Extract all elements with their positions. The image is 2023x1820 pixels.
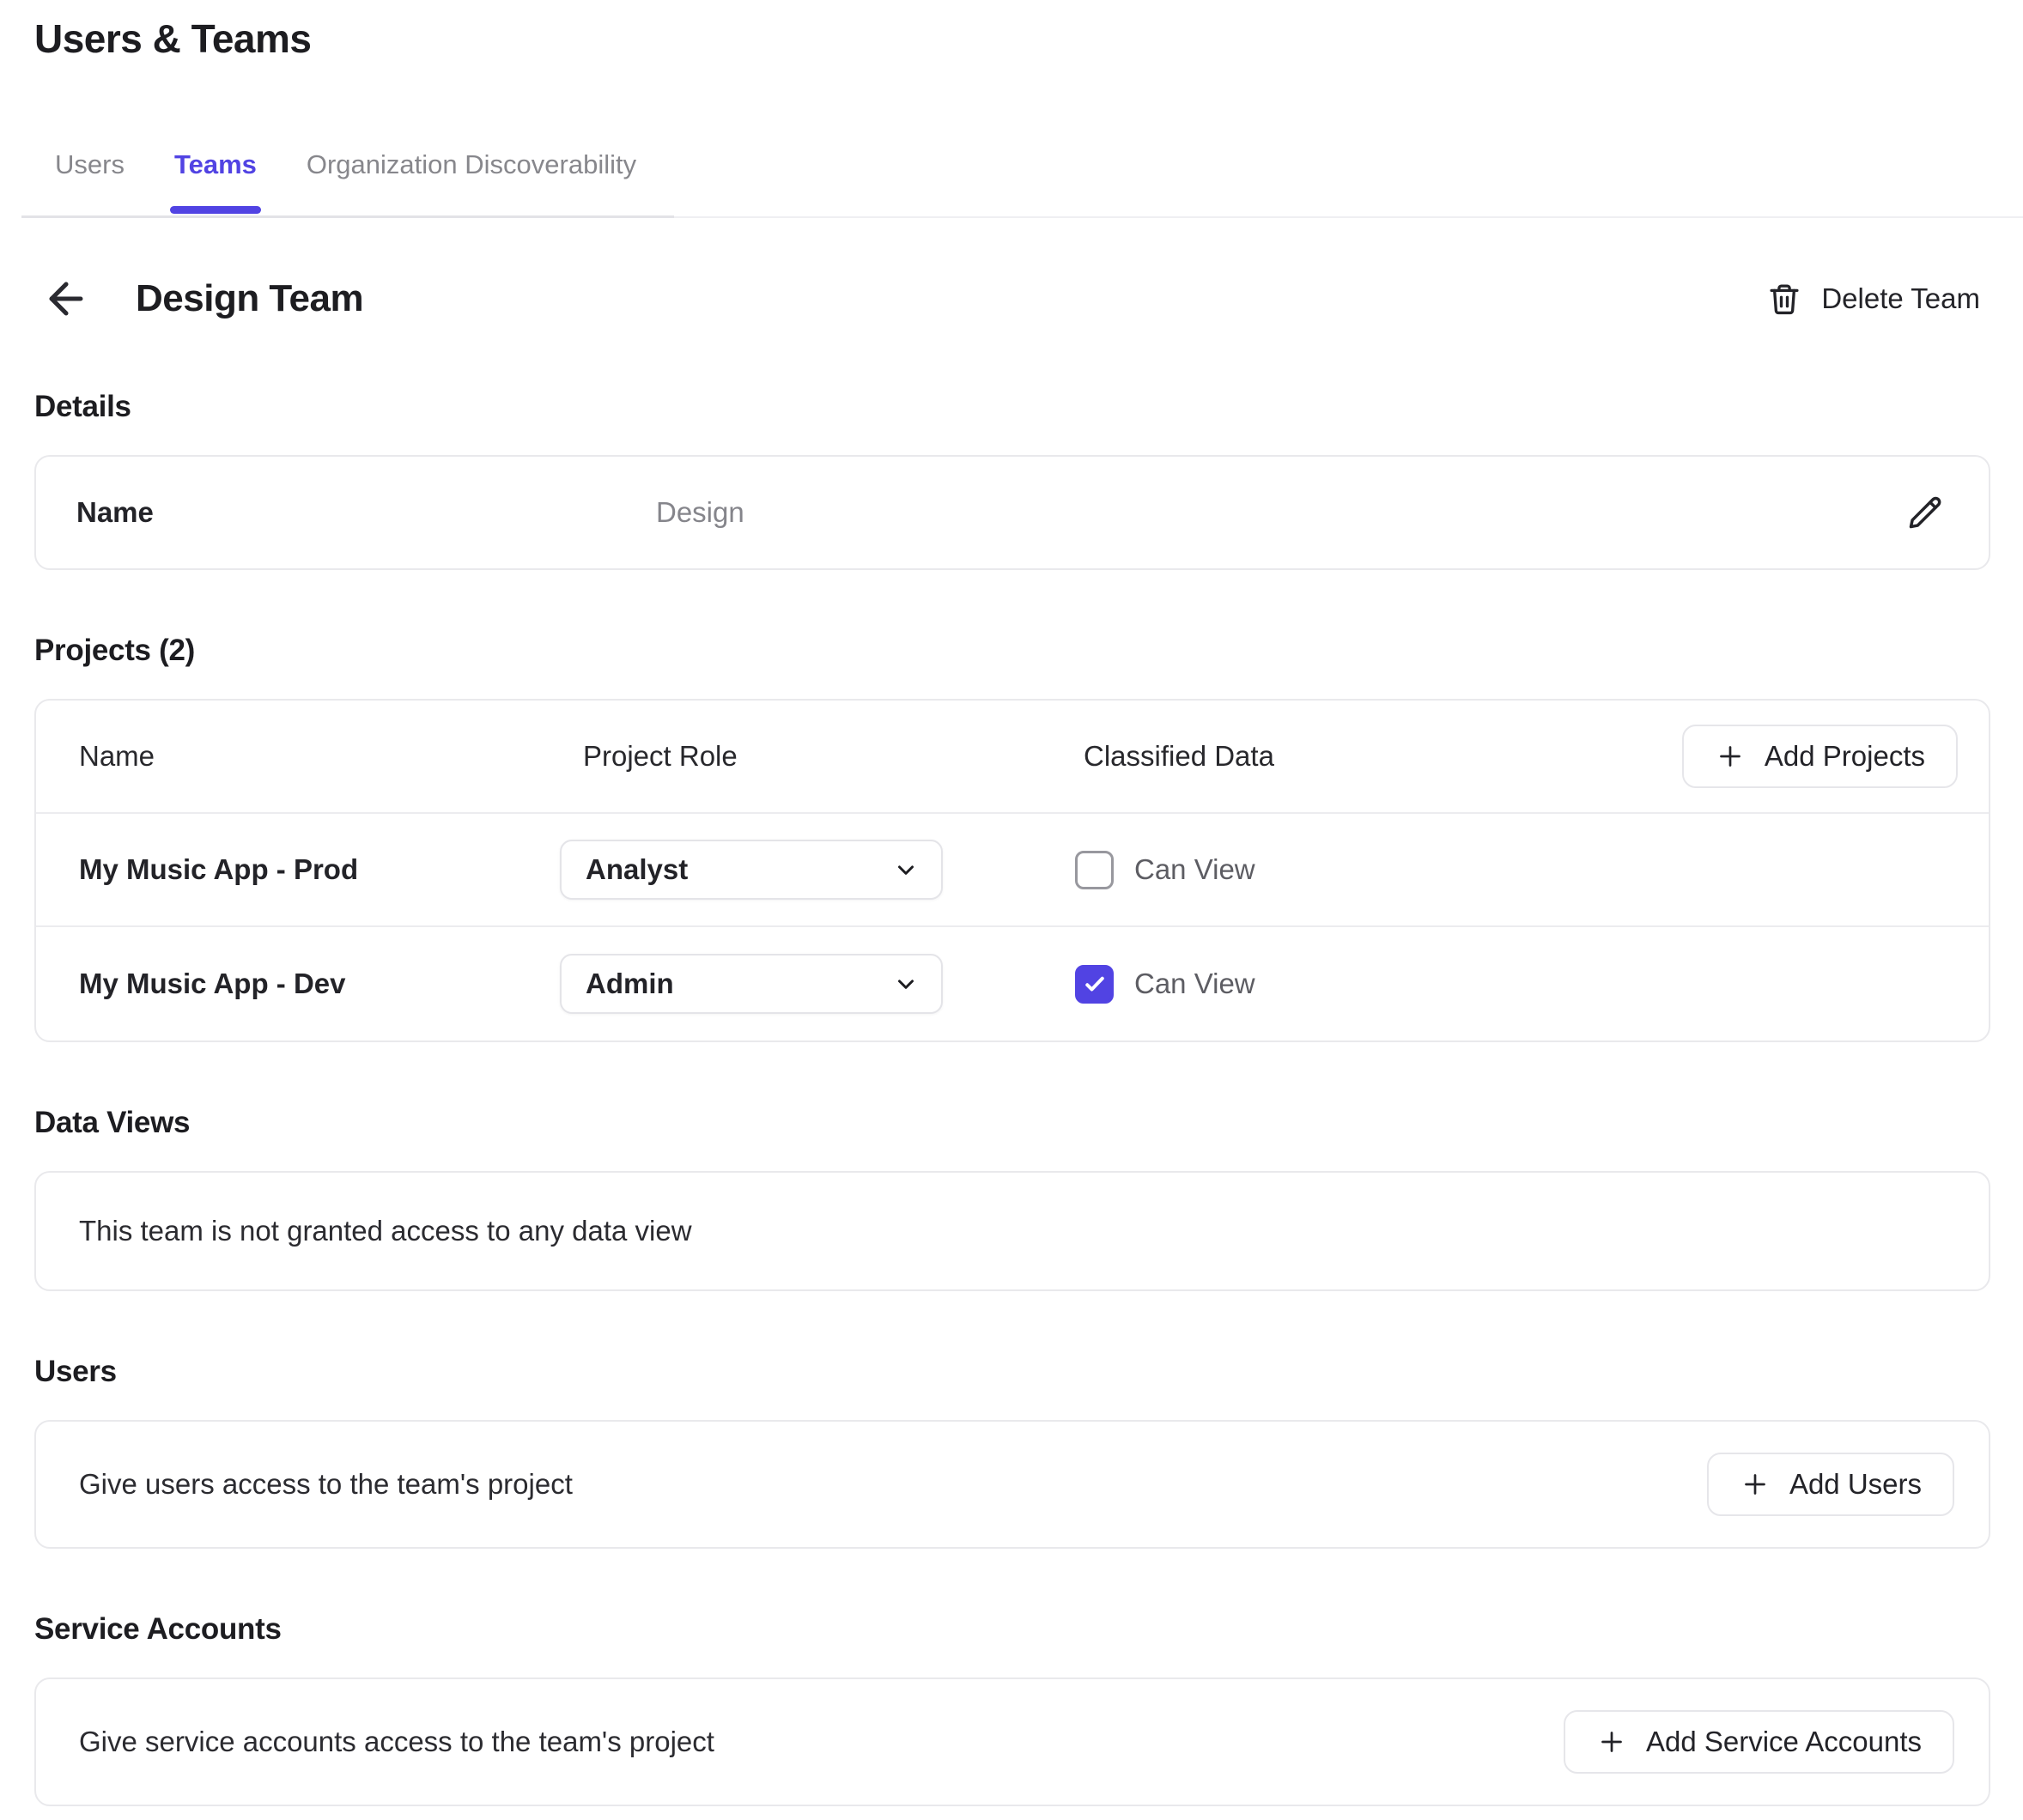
service-accounts-card: Give service accounts access to the team… [34, 1677, 1990, 1806]
plus-icon [1740, 1469, 1771, 1500]
page-title: Users & Teams [34, 15, 1990, 62]
column-header-classified-data: Classified Data [1075, 740, 1682, 773]
edit-name-button[interactable] [1906, 494, 1944, 531]
projects-card: Name Project Role Classified Data Add Pr… [34, 699, 1990, 1042]
projects-heading: Projects (2) [34, 634, 1990, 668]
trash-icon [1766, 281, 1802, 317]
table-row: My Music App - Dev Admin [36, 927, 1989, 1040]
data-views-card: This team is not granted access to any d… [34, 1171, 1990, 1291]
users-teams-page: Users & Teams Users Teams Organization D… [0, 0, 2023, 1806]
details-card: Name Design [34, 455, 1990, 570]
add-projects-button[interactable]: Add Projects [1682, 725, 1958, 788]
table-row: My Music App - Prod Analyst [36, 814, 1989, 927]
tab-bar: Users Teams Organization Discoverability [34, 149, 1990, 218]
name-value: Design [656, 496, 1906, 529]
plus-icon [1596, 1726, 1627, 1757]
project-role-value: Admin [586, 968, 893, 1000]
can-view-label: Can View [1134, 853, 1255, 886]
back-button[interactable] [41, 271, 96, 326]
classified-data-cell: Can View [1075, 851, 1958, 889]
tab-teams[interactable]: Teams [174, 149, 257, 218]
add-users-button[interactable]: Add Users [1707, 1453, 1954, 1516]
chevron-down-icon [893, 971, 919, 997]
team-header: Design Team Delete Team [34, 271, 1990, 326]
add-service-accounts-label: Add Service Accounts [1646, 1726, 1922, 1758]
pencil-icon [1906, 494, 1944, 531]
name-label: Name [76, 496, 656, 529]
chevron-down-icon [893, 857, 919, 883]
project-role-select[interactable]: Admin [560, 954, 943, 1014]
add-service-accounts-button[interactable]: Add Service Accounts [1564, 1710, 1954, 1774]
users-card: Give users access to the team's project … [34, 1420, 1990, 1549]
column-header-project-role: Project Role [560, 740, 1075, 773]
can-view-checkbox[interactable] [1075, 965, 1114, 1004]
classified-data-cell: Can View [1075, 965, 1958, 1004]
add-users-label: Add Users [1789, 1468, 1922, 1501]
can-view-checkbox[interactable] [1075, 851, 1114, 889]
project-role-select[interactable]: Analyst [560, 840, 943, 900]
column-header-name: Name [79, 740, 560, 773]
team-title: Design Team [136, 277, 363, 320]
service-accounts-description: Give service accounts access to the team… [79, 1726, 1564, 1758]
delete-team-label: Delete Team [1821, 282, 1980, 315]
tab-users[interactable]: Users [55, 149, 125, 218]
users-description: Give users access to the team's project [79, 1468, 1707, 1501]
project-role-value: Analyst [586, 853, 893, 886]
arrow-left-icon [41, 274, 91, 324]
can-view-label: Can View [1134, 968, 1255, 1000]
data-views-empty-text: This team is not granted access to any d… [79, 1215, 692, 1247]
data-views-heading: Data Views [34, 1106, 1990, 1140]
projects-table-header: Name Project Role Classified Data Add Pr… [36, 701, 1989, 814]
users-heading: Users [34, 1355, 1990, 1389]
tab-organization-discoverability[interactable]: Organization Discoverability [307, 149, 636, 218]
project-name: My Music App - Prod [79, 853, 560, 886]
check-icon [1082, 971, 1108, 997]
delete-team-button[interactable]: Delete Team [1766, 281, 1980, 317]
plus-icon [1715, 741, 1746, 772]
details-heading: Details [34, 390, 1990, 424]
project-name: My Music App - Dev [79, 968, 560, 1000]
add-projects-label: Add Projects [1765, 740, 1925, 773]
service-accounts-heading: Service Accounts [34, 1612, 1990, 1647]
